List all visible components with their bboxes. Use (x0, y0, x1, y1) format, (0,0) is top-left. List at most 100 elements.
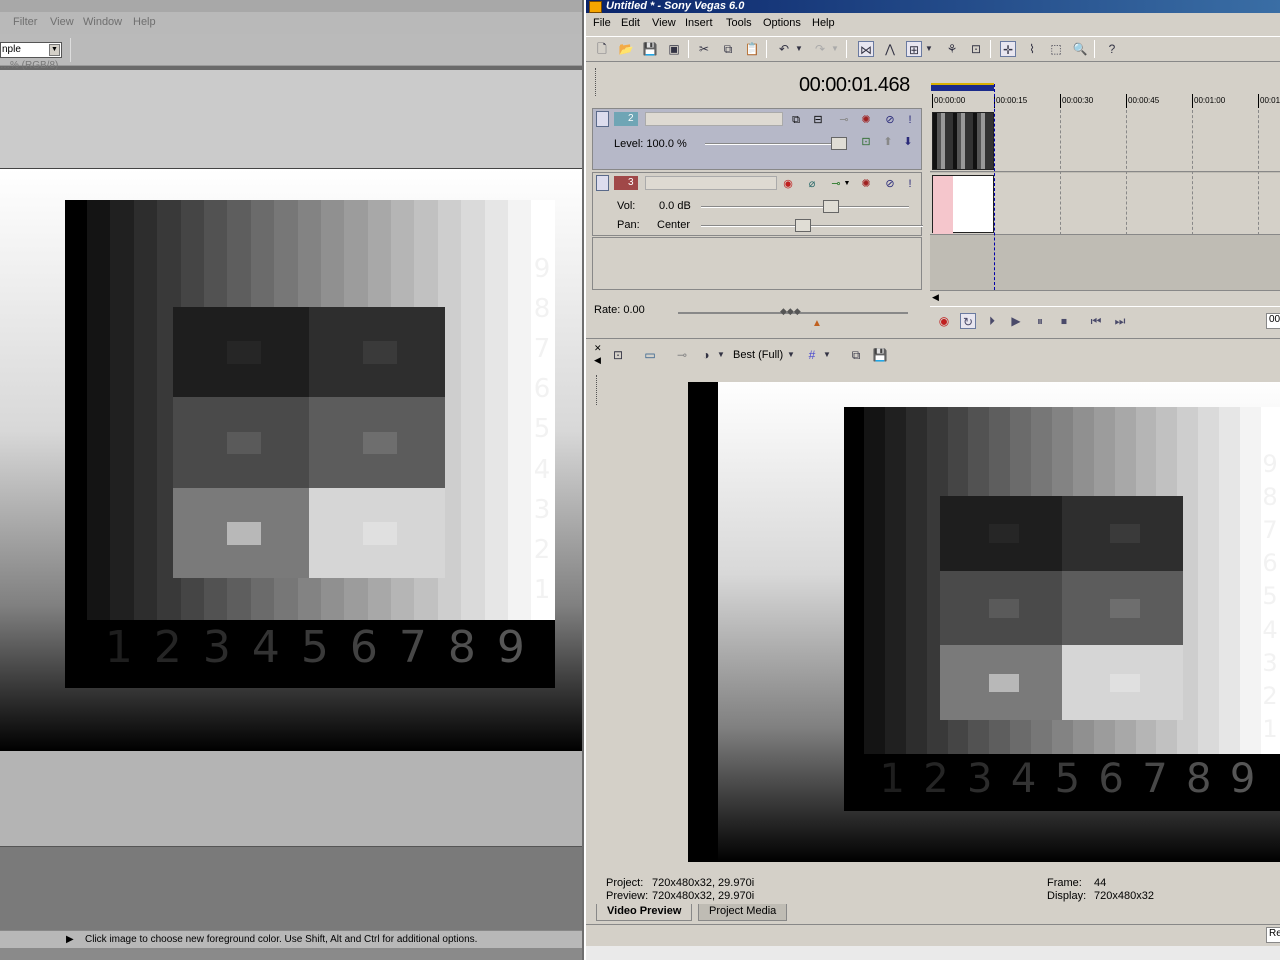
video-event-clip[interactable] (932, 112, 994, 170)
lock-envelopes-icon[interactable]: ⚘ (944, 41, 960, 57)
chevron-down-icon[interactable]: ▼ (843, 177, 851, 191)
menu-file[interactable]: File (593, 17, 611, 29)
go-to-start-icon[interactable]: ⏮ (1088, 313, 1104, 329)
record-icon[interactable]: ◉ (936, 313, 952, 329)
chevron-down-icon[interactable]: ▼ (794, 41, 804, 57)
gear-icon[interactable]: ✺ (859, 177, 873, 191)
whats-this-help-icon[interactable]: ? (1104, 41, 1120, 57)
composite-mode-icon[interactable]: ⊡ (859, 135, 873, 149)
gear-icon[interactable]: ✺ (859, 113, 873, 127)
video-preview-canvas[interactable]: 123456789987654321 (688, 382, 1280, 862)
test-card-image[interactable]: 123456789987654321 (65, 200, 555, 688)
chevron-down-icon[interactable]: ▼ (830, 41, 840, 57)
mute-icon[interactable]: ⊘ (883, 177, 897, 191)
dock-grip[interactable] (596, 375, 599, 405)
track-fx-icon[interactable]: ⊸ (829, 177, 843, 191)
level-slider[interactable] (705, 137, 847, 150)
play-from-start-icon[interactable]: ⏵ (984, 313, 1000, 329)
pan-slider[interactable] (701, 219, 923, 232)
pause-icon[interactable]: ⏸ (1032, 313, 1048, 329)
pan-slider-thumb[interactable] (795, 219, 811, 232)
loop-playback-icon[interactable]: ↻ (960, 313, 976, 329)
paste-icon[interactable]: 📋 (744, 41, 760, 57)
auto-crossfade-icon[interactable]: ⋀ (882, 41, 898, 57)
timeline-area[interactable] (930, 110, 1280, 290)
arm-record-icon[interactable]: ◉ (781, 177, 795, 191)
zoom-tool-icon[interactable]: 🔍 (1072, 41, 1088, 57)
envelope-tool-icon[interactable]: ⌇ (1024, 41, 1040, 57)
menu-insert[interactable]: Insert (685, 17, 713, 29)
split-screen-icon[interactable]: ◑ (698, 347, 714, 363)
rate-slider-thumb[interactable]: ◆◆◆ (780, 306, 804, 318)
menu-edit[interactable]: Edit (621, 17, 640, 29)
play-icon[interactable]: ▶ (1008, 313, 1024, 329)
compositing-icon[interactable]: ⊸ (837, 113, 851, 127)
ignore-grouping-icon[interactable]: ⊡ (968, 41, 984, 57)
menu-view[interactable]: View (50, 16, 74, 28)
save-snapshot-icon[interactable]: 💾 (872, 347, 888, 363)
stop-icon[interactable]: ⏹ (1056, 313, 1072, 329)
mute-icon[interactable]: ⊘ (883, 113, 897, 127)
open-folder-icon[interactable]: 📂 (618, 41, 634, 57)
new-file-icon[interactable]: 🗋 (594, 41, 610, 57)
level-slider-thumb[interactable] (831, 137, 847, 150)
preview-fx-icon[interactable]: ⊸ (674, 347, 690, 363)
transport-time-field[interactable]: 00 (1266, 313, 1280, 329)
snapping-icon[interactable]: ⋈ (858, 41, 874, 57)
menu-options[interactable]: Options (763, 17, 801, 29)
scroll-left-icon[interactable]: ◀ (932, 292, 939, 303)
audio-track-lane[interactable] (930, 173, 1280, 235)
copy-snapshot-icon[interactable]: ⧉ (848, 347, 864, 363)
overlays-grid-icon[interactable]: # (804, 347, 820, 363)
track-name-field[interactable] (645, 176, 777, 190)
track-motion-icon[interactable]: ⧉ (789, 113, 803, 127)
menu-help[interactable]: Help (133, 16, 156, 28)
volume-slider[interactable] (701, 200, 909, 213)
loop-region-bar[interactable] (931, 83, 994, 91)
minimize-track-icon[interactable] (596, 111, 609, 127)
track-name-field[interactable] (645, 112, 783, 126)
chevron-down-icon[interactable]: ▼ (924, 41, 934, 57)
track-fx-icon[interactable]: ⊟ (811, 113, 825, 127)
normal-edit-tool-icon[interactable]: ✛ (1000, 41, 1016, 57)
go-to-end-icon[interactable]: ⏭ (1112, 313, 1128, 329)
menu-view[interactable]: View (652, 17, 676, 29)
selection-tool-icon[interactable]: ⬚ (1048, 41, 1064, 57)
chevron-down-icon[interactable]: ▼ (822, 347, 832, 363)
menu-tools[interactable]: Tools (726, 17, 752, 29)
video-track-lane[interactable] (930, 110, 1280, 172)
tab-project-media[interactable]: Project Media (698, 904, 788, 921)
ripple-edit-icon[interactable]: ⊞ (906, 41, 922, 57)
playback-rate-slider[interactable]: ◆◆◆ ▲ (678, 306, 908, 329)
menu-help[interactable]: Help (812, 17, 835, 29)
external-monitor-icon[interactable]: ▭ (642, 347, 658, 363)
chevron-down-icon[interactable]: ▼ (786, 347, 796, 363)
chevron-down-icon[interactable]: ▼ (716, 347, 726, 363)
make-parent-icon[interactable]: ⬆ (881, 135, 895, 149)
copy-icon[interactable]: ⧉ (720, 41, 736, 57)
volume-slider-thumb[interactable] (823, 200, 839, 213)
timeline-cursor[interactable] (994, 84, 995, 290)
solo-icon[interactable]: ! (903, 177, 917, 191)
menu-filter[interactable]: Filter (13, 16, 37, 28)
redo-icon[interactable]: ↷ (812, 41, 828, 57)
cut-icon[interactable]: ✂ (696, 41, 712, 57)
make-child-icon[interactable]: ⬇ (901, 135, 915, 149)
sample-select[interactable]: nple ▼ (0, 42, 62, 58)
minimize-track-icon[interactable] (596, 175, 609, 191)
dock-grip[interactable] (595, 68, 598, 96)
save-icon[interactable]: 💾 (642, 41, 658, 57)
audio-track-header[interactable]: 3 ◉ ⌀ ⊸ ▼ ✺ ⊘ ! Vol: 0.0 dB Pan: Center (592, 172, 923, 236)
video-track-header[interactable]: 2 ⧉ ⊟ ⊸ ✺ ⊘ ! Level: 100.0 % ⊡ ⬆ ⬇ (592, 108, 922, 170)
properties-icon[interactable]: ▣ (666, 41, 682, 57)
undo-icon[interactable]: ↶ (776, 41, 792, 57)
tab-video-preview[interactable]: Video Preview (596, 904, 693, 921)
audio-event-clip[interactable] (932, 175, 994, 234)
timeline-scrollbar[interactable]: ◀ (930, 290, 1280, 304)
preview-quality-select[interactable]: Best (Full) (733, 349, 783, 361)
play-icon[interactable]: ▶ (66, 934, 78, 946)
preview-properties-icon[interactable]: ⊡ (610, 347, 626, 363)
menu-window[interactable]: Window (83, 16, 122, 28)
invert-phase-icon[interactable]: ⌀ (805, 177, 819, 191)
image-canvas[interactable]: 123456789987654321 (0, 168, 582, 751)
